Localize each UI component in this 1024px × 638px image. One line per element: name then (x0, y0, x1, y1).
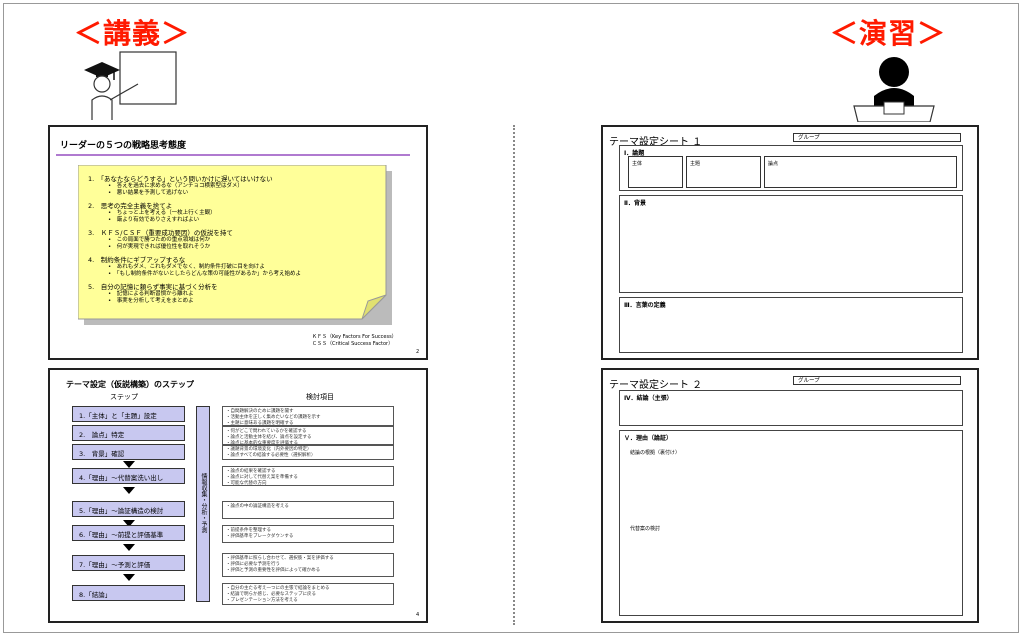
item-head: 2. 思考の完全主義を捨てよ (88, 202, 173, 210)
teacher-icon (84, 51, 177, 120)
arrow-down-icon (123, 574, 135, 581)
center-divider (513, 125, 515, 625)
step-desc-7: ・評価基準に照らし合わせて、選択肢・案を評価する ・評価に必要な予測を行う ・評… (222, 553, 394, 577)
item-head: 3. ＫＦＳ/ＣＳＦ（重要成功要因）の仮説を持て (88, 229, 233, 237)
list-item: 2. 思考の完全主義を捨てよ • ちょっと上を考える（一枚上行く主観） • 厳よ… (88, 202, 388, 224)
arrow-down-icon (123, 461, 135, 468)
arrow-down-icon (123, 544, 135, 551)
slide-title: テーマ設定（仮説構築）のステップ (66, 380, 194, 389)
step-desc-3: ・議題背景の環境変化（内外要因の特定） ・論点すべての結論する必要性（選択解析） (222, 444, 394, 460)
cell-subject: 主体 (628, 156, 683, 188)
item-sub: • ちょっと上を考える（一枚上行く主観） (108, 210, 216, 216)
step-desc-1: ・自間題解決のために課題を聞す ・活動主体を正しく集めたいなどの課題を示す ・主… (222, 406, 394, 426)
exercise-header: ＜演習＞ (830, 17, 947, 50)
item-sub: • 悪い結果を予測して逃げない (108, 190, 189, 196)
section-conclusion: Ⅳ．結論（主張） (619, 390, 963, 426)
item-sub: • この局面で勝つための重点領域は何か (108, 237, 211, 243)
step-desc-4: ・論点の結果を確認する ・論点に対して代替え案を準備する ・可能な代替の方向 (222, 466, 394, 486)
info-sidebar: 情報収集・分析・予測 (196, 406, 210, 602)
footnote-kfs: ＫＦＳ（Key Factors For Success） (312, 334, 397, 340)
step-1: 1.「主体」と「主題」設定 (72, 406, 185, 422)
alternatives-note: 代替案の検討 (630, 526, 661, 532)
section-title: Ⅲ．言葉の定義 (624, 302, 666, 309)
step-desc-8: ・自分の主たる考え一つにの主張で結論をまとめる ・結論で明らか感じ、必要なステッ… (222, 583, 394, 605)
step-7: 7.「理由」～予測と評価 (72, 555, 185, 571)
section-title: Ⅱ．背景 (624, 200, 646, 207)
item-sub: • 記憶による判断習慣から離れよ (108, 291, 194, 297)
strategy-list: 1. 「あなたならどうする」という問いかけに遅いてはいけない • 答えを過去に求… (88, 175, 388, 305)
item-sub: • 答えを過去に求めるな（アンチョコ横索型はダメ） (108, 183, 243, 189)
title-rule (56, 154, 410, 156)
section-topic: Ⅰ．論題 主体 主題 論点 (619, 145, 963, 191)
column-header-steps: ステップ (110, 393, 138, 401)
group-field: グループ (793, 376, 961, 385)
info-sidebar-label: 情報収集・分析・予測 (200, 473, 207, 533)
sheet-title: テーマ設定シート ２ (609, 380, 703, 391)
section-title: Ⅳ．結論（主張） (624, 395, 673, 402)
item-sub: • 「もし制約条件がないとしたらどんな策の可能性があるか」から考え始めよ (108, 271, 301, 277)
item-head: 1. 「あなたならどうする」という問いかけに遅いてはいけない (88, 175, 273, 183)
column-header-items: 検討項目 (306, 393, 334, 401)
exercise-sheet-1: テーマ設定シート １ グループ Ⅰ．論題 主体 主題 論点 Ⅱ．背景 Ⅲ．言葉の… (601, 125, 979, 360)
section-reasoning: Ｖ．理由（論証） 結論の根拠（裏付け） 代替案の検討 (619, 430, 963, 616)
lecture-slide-1: リーダーの５つの戦略思考態度 1. 「あなたならどうする」という問いかけに遅いて… (48, 125, 428, 360)
section-definitions: Ⅲ．言葉の定義 (619, 297, 963, 353)
reasoning-note: 結論の根拠（裏付け） (630, 450, 681, 456)
section-title: Ｖ．理由（論証） (624, 435, 673, 442)
step-8: 8.「結論」 (72, 585, 185, 601)
exercise-sheet-2: テーマ設定シート ２ グループ Ⅳ．結論（主張） Ｖ．理由（論証） 結論の根拠（… (601, 368, 979, 623)
item-sub: • 何が実現できれば優位性を取れそうか (108, 244, 211, 250)
step-desc-6: ・前提条件を整理する ・評価基準をブレークダウンする (222, 525, 394, 543)
footnote-css: ＣＳＳ（Critical Success Factor） (312, 341, 394, 347)
cell-issue: 論点 (764, 156, 957, 188)
arrow-down-icon (123, 487, 135, 494)
item-head: 5. 自分の記憶に頼らず事実に基づく分析を (88, 283, 218, 291)
section-background: Ⅱ．背景 (619, 195, 963, 293)
student-icon (853, 57, 935, 122)
list-item: 3. ＫＦＳ/ＣＳＦ（重要成功要因）の仮説を持て • この局面で勝つための重点領… (88, 229, 388, 251)
step-5: 5.「理由」～論証構造の検討 (72, 501, 185, 517)
step-6: 6.「理由」～前提と評価基準 (72, 525, 185, 541)
step-desc-5: ・論点の中の論証構造を考える (222, 501, 394, 519)
lecture-slide-2: テーマ設定（仮説構築）のステップ ステップ 検討項目 1.「主体」と「主題」設定… (48, 368, 428, 623)
list-item: 5. 自分の記憶に頼らず事実に基づく分析を • 記憶による判断習慣から離れよ •… (88, 283, 388, 305)
item-sub: • 事実を分析して考えをまとめよ (108, 298, 194, 304)
step-desc-2: ・何がどこで問われているかを確認する ・論点と活動主体を結び、論点を設定する ・… (222, 426, 394, 446)
slide-title: リーダーの５つの戦略思考態度 (60, 141, 187, 151)
group-field: グループ (793, 133, 961, 142)
item-head: 4. 制約条件にギブアップするな (88, 256, 186, 264)
page-number: 4 (416, 612, 420, 618)
step-4: 4.「理由」～代替案洗い出し (72, 468, 185, 484)
page-number: 2 (416, 349, 420, 355)
step-3: 3. 背景」確認 (72, 444, 185, 460)
step-2: 2. 論点」特定 (72, 425, 185, 441)
cell-theme: 主題 (686, 156, 761, 188)
lecture-header: ＜講義＞ (74, 17, 191, 50)
list-item: 1. 「あなたならどうする」という問いかけに遅いてはいけない • 答えを過去に求… (88, 175, 388, 197)
list-item: 4. 制約条件にギブアップするな • あれもダメ、これもダメでなく、制約条件打破… (88, 256, 388, 278)
item-sub: • あれもダメ、これもダメでなく、制約条件打破に目を向けよ (108, 264, 265, 270)
item-sub: • 厳より有効でありさえすればよい (108, 217, 200, 223)
